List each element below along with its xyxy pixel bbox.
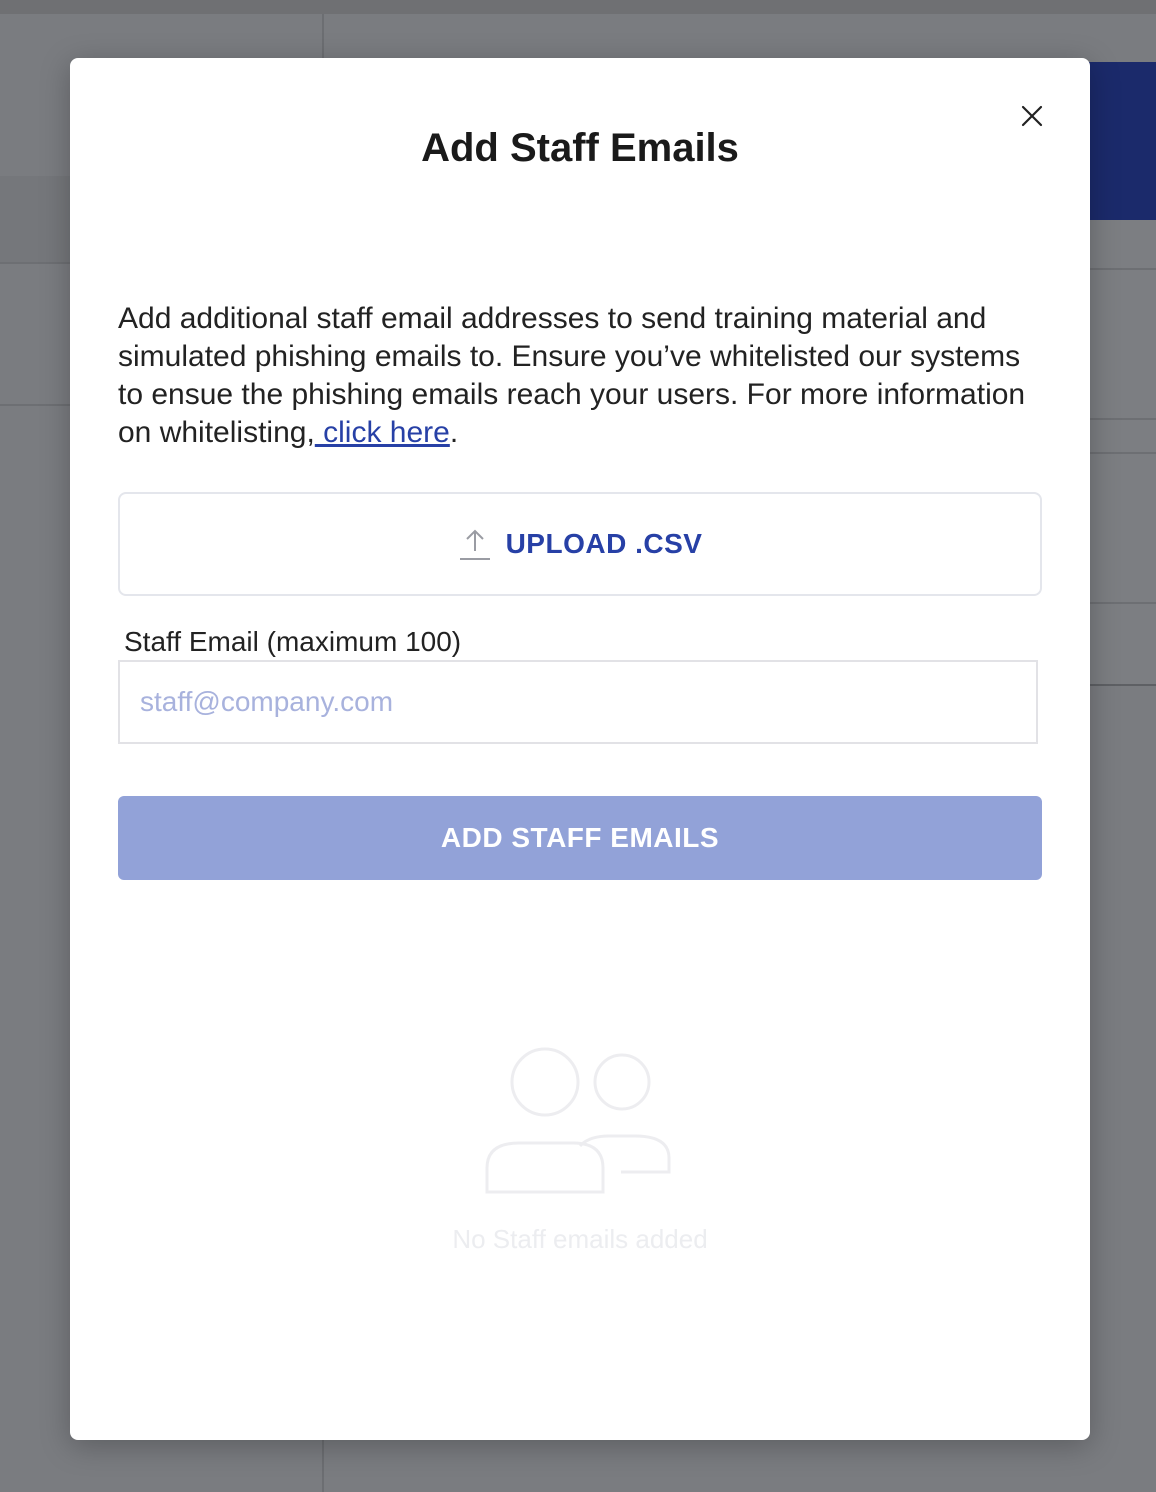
description-suffix: . [449,416,459,449]
staff-email-input[interactable] [118,660,1038,744]
background-topbar [0,0,1156,14]
users-icon [70,1038,1090,1198]
upload-csv-button[interactable]: UPLOAD .CSV [118,492,1042,596]
background-divider [1080,452,1156,454]
upload-csv-label: UPLOAD .CSV [505,528,703,559]
background-divider [1080,418,1156,420]
staff-email-label: Staff Email (maximum 100) [124,626,462,657]
add-staff-emails-modal: Add Staff Emails Add additional staff em… [70,58,1090,1440]
close-button[interactable] [1014,98,1050,134]
empty-state-text: No Staff emails added [452,1224,708,1254]
whitelisting-link[interactable]: click here [315,416,450,449]
add-staff-emails-button[interactable]: ADD STAFF EMAILS [118,796,1042,880]
description: Add additional staff email addresses to … [118,300,1042,452]
upload-icon [458,527,492,561]
close-icon [1014,98,1050,134]
background-divider [1080,602,1156,604]
description-text: Add additional staff email addresses to … [118,302,1026,449]
background-banner [1080,62,1156,220]
background-divider [1080,268,1156,270]
empty-state: No Staff emails added [70,1038,1090,1255]
modal-title: Add Staff Emails [421,126,739,170]
